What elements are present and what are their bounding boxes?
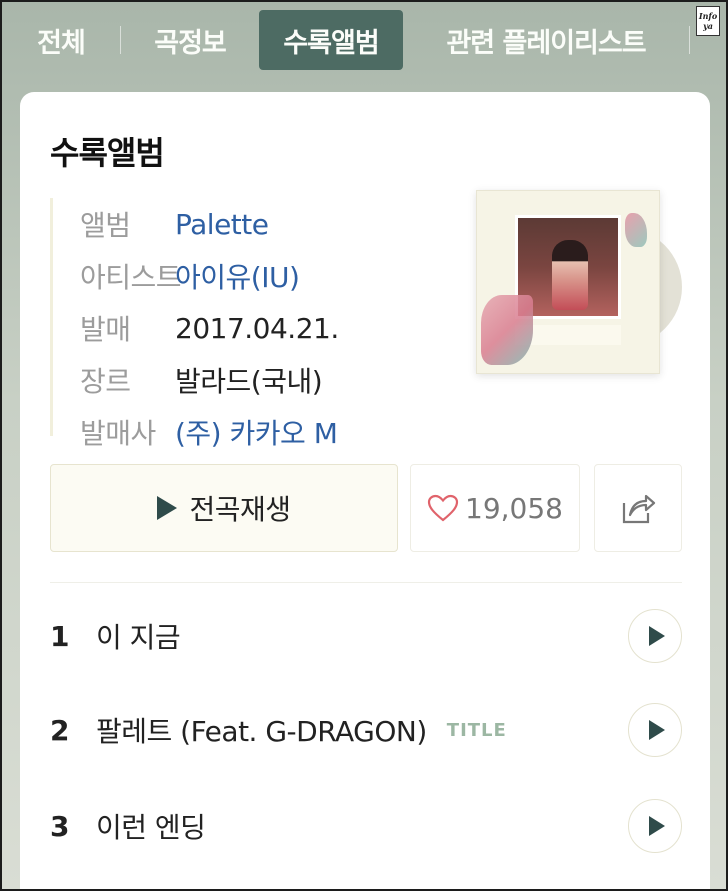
heart-icon xyxy=(427,494,459,522)
info-key: 아티스트 xyxy=(80,261,182,294)
play-all-label: 전곡재생 xyxy=(189,493,291,526)
info-key: 발매 xyxy=(80,313,131,346)
album-brush xyxy=(625,213,647,247)
share-icon xyxy=(622,494,656,524)
album-cover-image xyxy=(476,190,660,374)
tab-song-info[interactable]: 곡정보 xyxy=(121,10,259,70)
divider xyxy=(50,582,682,583)
album-card: 수록앨범 앨범 Palette 아티스트 아이유(IU) 발매 2017.04.… xyxy=(20,92,710,889)
label-link[interactable]: (주) 카카오 M xyxy=(175,412,338,452)
album-info-list: 앨범 Palette 아티스트 아이유(IU) 발매 2017.04.21. 장… xyxy=(50,198,470,450)
section-title: 수록앨범 xyxy=(50,134,165,172)
play-icon xyxy=(157,496,178,520)
title-badge: TITLE xyxy=(446,719,507,741)
album-cover[interactable] xyxy=(476,190,692,380)
info-key: 발매사 xyxy=(80,417,156,450)
like-button[interactable]: 19,058 xyxy=(410,464,580,552)
share-button[interactable] xyxy=(594,464,682,552)
tab-all[interactable]: 전체 xyxy=(2,10,120,70)
play-all-button[interactable]: 전곡재생 xyxy=(50,464,398,552)
track-row[interactable]: 2 팔레트 (Feat. G-DRAGON) TITLE xyxy=(50,700,682,760)
tab-related-playlist[interactable]: 관련 플레이리스트 xyxy=(403,10,689,70)
album-brush xyxy=(481,295,533,365)
release-date: 2017.04.21. xyxy=(175,311,339,345)
app-frame: 전체 곡정보 수록앨범 관련 플레이리스트 Info ya 수록앨범 앨범 Pal… xyxy=(0,0,728,891)
track-row[interactable]: 3 이런 엔딩 xyxy=(50,796,682,856)
play-icon xyxy=(649,720,665,740)
info-row-genre: 장르 발라드(국내) xyxy=(53,354,470,406)
album-figure xyxy=(552,240,588,310)
artist-link[interactable]: 아이유(IU) xyxy=(175,256,300,296)
album-name-link[interactable]: Palette xyxy=(175,208,269,241)
tab-bar: 전체 곡정보 수록앨범 관련 플레이리스트 xyxy=(2,2,692,78)
info-row-release: 발매 2017.04.21. xyxy=(53,302,470,354)
info-key: 앨범 xyxy=(80,209,131,242)
info-row-album: 앨범 Palette xyxy=(53,198,470,250)
info-key: 장르 xyxy=(80,365,131,398)
track-play-button[interactable] xyxy=(628,609,682,663)
watermark-logo: Info ya xyxy=(696,6,720,36)
track-row[interactable]: 1 이 지금 xyxy=(50,606,682,666)
play-icon xyxy=(649,816,665,836)
tab-divider xyxy=(689,26,690,54)
track-play-button[interactable] xyxy=(628,703,682,757)
genre: 발라드(국내) xyxy=(175,365,323,398)
track-number: 3 xyxy=(50,809,70,843)
track-number: 1 xyxy=(50,619,70,653)
play-icon xyxy=(649,626,665,646)
like-count: 19,058 xyxy=(465,491,563,525)
info-row-label: 발매사 (주) 카카오 M xyxy=(53,406,470,458)
track-title[interactable]: 이런 엔딩 xyxy=(96,806,206,846)
track-play-button[interactable] xyxy=(628,799,682,853)
track-title[interactable]: 팔레트 (Feat. G-DRAGON) xyxy=(96,710,427,750)
track-title[interactable]: 이 지금 xyxy=(96,616,181,656)
tab-album[interactable]: 수록앨범 xyxy=(259,10,403,70)
info-row-artist: 아티스트 아이유(IU) xyxy=(53,250,470,302)
track-number: 2 xyxy=(50,713,70,747)
